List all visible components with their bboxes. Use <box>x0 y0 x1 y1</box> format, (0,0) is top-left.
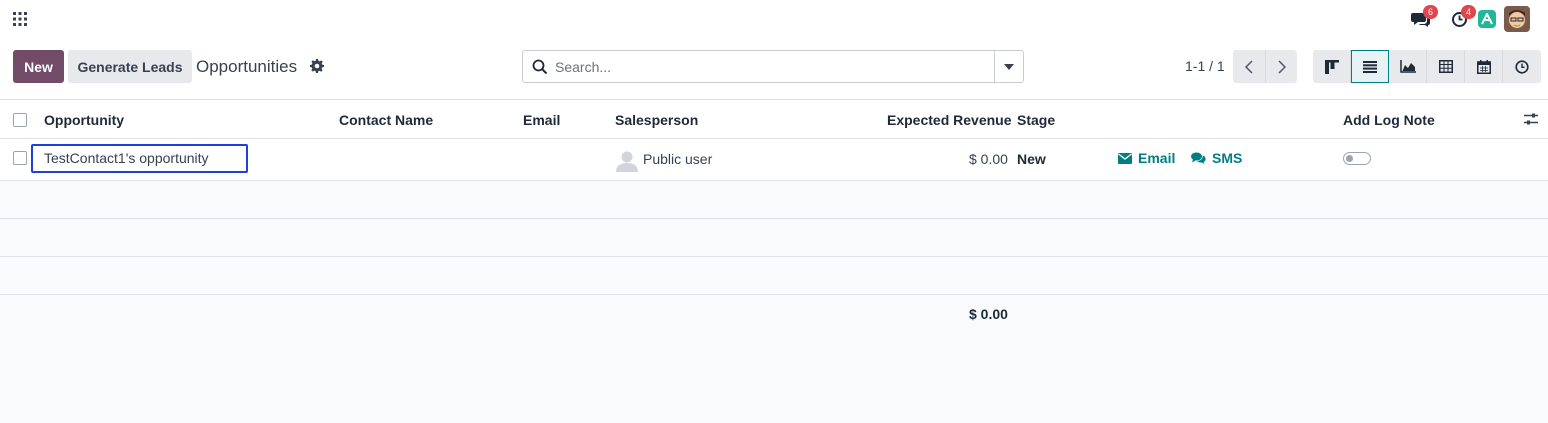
column-add-log-note[interactable]: Add Log Note <box>1343 112 1435 128</box>
empty-row <box>0 181 1548 219</box>
apps-grid-icon[interactable] <box>13 12 27 26</box>
list-icon <box>1363 60 1377 73</box>
page-title: Opportunities <box>196 57 298 76</box>
sms-action-button[interactable]: SMS <box>1191 150 1242 166</box>
caret-down-icon <box>1004 63 1014 70</box>
kanban-view-button[interactable] <box>1313 50 1351 83</box>
calendar-view-button[interactable] <box>1465 50 1503 83</box>
expected-revenue-cell[interactable]: $ 0.00 <box>969 151 1008 167</box>
envelope-icon <box>1118 152 1132 164</box>
search-options-toggle[interactable] <box>994 51 1023 82</box>
email-action-button[interactable]: Email <box>1118 150 1175 166</box>
column-opportunity[interactable]: Opportunity <box>44 112 124 128</box>
opportunity-name-cell[interactable]: TestContact1's opportunity <box>31 144 248 173</box>
area-chart-icon <box>1399 60 1416 73</box>
odoo-assistant-icon[interactable] <box>1478 10 1496 28</box>
search-bar <box>522 50 1024 83</box>
empty-row <box>0 257 1548 295</box>
search-icon <box>532 59 548 75</box>
letter-a-icon <box>1481 13 1493 25</box>
generate-leads-button[interactable]: Generate Leads <box>68 50 192 83</box>
new-button[interactable]: New <box>13 50 64 83</box>
table-icon <box>1438 60 1453 73</box>
messages-badge: 6 <box>1423 5 1438 19</box>
messaging-menu[interactable]: 6 <box>1402 5 1440 32</box>
column-contact-name[interactable]: Contact Name <box>339 112 433 128</box>
column-expected-revenue[interactable]: Expected Revenue <box>887 112 1012 128</box>
search-input[interactable] <box>555 56 985 78</box>
salesperson-cell[interactable]: Public user <box>643 151 712 167</box>
view-switcher <box>1313 50 1541 83</box>
row-checkbox[interactable] <box>13 151 27 165</box>
calendar-icon <box>1476 59 1491 74</box>
list-view-button[interactable] <box>1351 50 1389 83</box>
pager-previous-button[interactable] <box>1233 50 1265 83</box>
email-action-label: Email <box>1138 150 1176 166</box>
pager-next-button[interactable] <box>1265 50 1297 83</box>
chevron-left-icon <box>1245 59 1253 74</box>
kanban-icon <box>1324 59 1339 74</box>
column-salesperson[interactable]: Salesperson <box>615 112 698 128</box>
gear-icon[interactable] <box>310 59 324 73</box>
optional-columns-icon[interactable] <box>1524 112 1538 126</box>
table-row[interactable]: TestContact1's opportunity Public user $… <box>0 139 1548 181</box>
pager-value[interactable]: 1-1 / 1 <box>1185 58 1225 74</box>
control-panel: New Generate Leads Opportunities 1-1 / 1 <box>0 38 1548 99</box>
column-email[interactable]: Email <box>523 112 560 128</box>
avatar-face-icon <box>1504 6 1530 32</box>
stage-cell[interactable]: New <box>1017 151 1046 167</box>
list-header: Opportunity Contact Name Email Salespers… <box>0 99 1548 139</box>
chevron-right-icon <box>1277 59 1286 74</box>
activities-badge: 4 <box>1461 5 1476 19</box>
toggle-knob <box>1346 155 1353 162</box>
clock-icon <box>1515 59 1529 74</box>
activity-menu[interactable]: 4 <box>1440 5 1478 32</box>
systray: 6 4 <box>1402 5 1530 32</box>
salesperson-avatar-icon <box>616 151 638 172</box>
graph-view-button[interactable] <box>1389 50 1427 83</box>
expected-revenue-total: $ 0.00 <box>969 306 1008 322</box>
sms-action-label: SMS <box>1212 150 1243 166</box>
top-navbar: 6 4 <box>0 0 1548 38</box>
select-all-checkbox[interactable] <box>13 113 27 127</box>
column-stage[interactable]: Stage <box>1017 112 1055 128</box>
pivot-view-button[interactable] <box>1427 50 1465 83</box>
activity-view-button[interactable] <box>1503 50 1541 83</box>
opportunity-list: Opportunity Contact Name Email Salespers… <box>0 99 1548 423</box>
log-note-toggle[interactable] <box>1343 152 1371 165</box>
user-avatar[interactable] <box>1504 6 1530 32</box>
empty-row <box>0 219 1548 257</box>
odoo-crm-list-view: 6 4 New Generate Leads Opportunities Sea… <box>0 0 1548 423</box>
comments-icon <box>1191 152 1206 164</box>
